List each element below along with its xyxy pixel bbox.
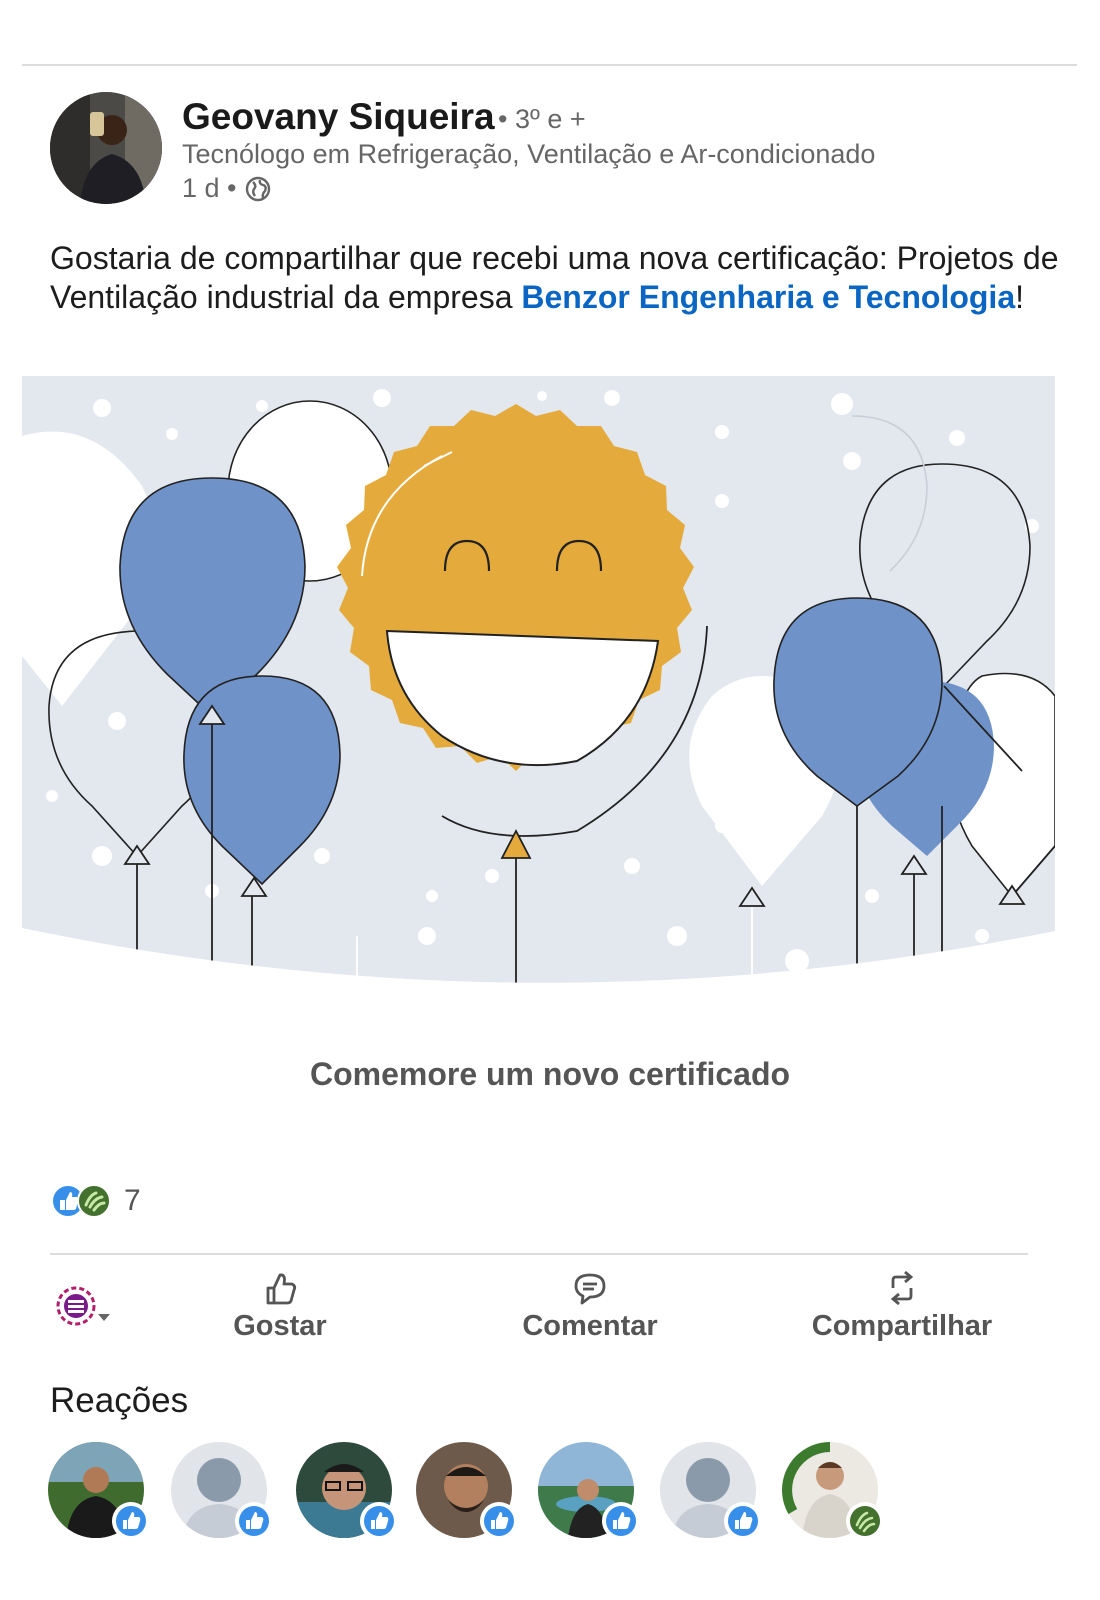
reaction-icons xyxy=(51,1184,111,1218)
share-label: Compartilhar xyxy=(811,1310,993,1342)
like-icon xyxy=(112,1502,150,1540)
comment-icon xyxy=(574,1273,606,1305)
like-label: Gostar xyxy=(233,1310,327,1342)
certificate-celebration-banner xyxy=(22,376,1055,983)
actions-divider xyxy=(50,1253,1028,1255)
like-icon xyxy=(724,1502,762,1540)
author-avatar[interactable] xyxy=(50,92,162,204)
thumbs-up-icon xyxy=(266,1273,297,1305)
like-icon xyxy=(360,1502,398,1540)
like-icon xyxy=(480,1502,518,1540)
post-meta: 1 d • xyxy=(182,173,271,204)
reactor-avatar[interactable] xyxy=(48,1442,150,1540)
reactors-list xyxy=(48,1442,1098,1542)
reaction-count: 7 xyxy=(124,1184,141,1217)
globe-icon xyxy=(245,176,270,201)
reaction-summary[interactable]: 7 xyxy=(50,1183,141,1219)
author-headline: Tecnólogo em Refrigeração, Ventilação e … xyxy=(182,139,876,169)
like-button[interactable]: Gostar xyxy=(222,1268,338,1343)
post-time: 1 d • xyxy=(182,173,237,203)
comment-button[interactable]: Comentar xyxy=(512,1268,668,1343)
reactor-avatar[interactable] xyxy=(416,1442,518,1540)
reactor-avatar[interactable] xyxy=(782,1442,884,1540)
post-text: Gostaria de compartilhar que recebi uma … xyxy=(50,239,1060,317)
banner-caption: Comemore um novo certificado xyxy=(309,1056,791,1092)
author-name[interactable]: Geovany Siqueira xyxy=(182,96,495,138)
reactor-avatar[interactable] xyxy=(171,1442,273,1540)
comment-label: Comentar xyxy=(522,1310,658,1342)
celebrate-icon xyxy=(846,1502,884,1540)
like-icon xyxy=(602,1502,640,1540)
like-icon xyxy=(235,1502,273,1540)
act-as-switch[interactable] xyxy=(54,1284,122,1334)
top-divider xyxy=(22,64,1077,66)
connection-degree: • 3º e + xyxy=(498,104,586,134)
reactor-avatar[interactable] xyxy=(538,1442,640,1540)
reactor-avatar[interactable] xyxy=(660,1442,762,1540)
reactor-avatar[interactable] xyxy=(296,1442,398,1540)
post-text-end: ! xyxy=(1015,279,1024,315)
company-link[interactable]: Benzor Engenharia e Tecnologia xyxy=(521,279,1015,315)
reactions-title: Reações xyxy=(50,1381,189,1420)
share-button[interactable]: Compartilhar xyxy=(800,1268,1004,1343)
repost-icon xyxy=(890,1270,914,1306)
